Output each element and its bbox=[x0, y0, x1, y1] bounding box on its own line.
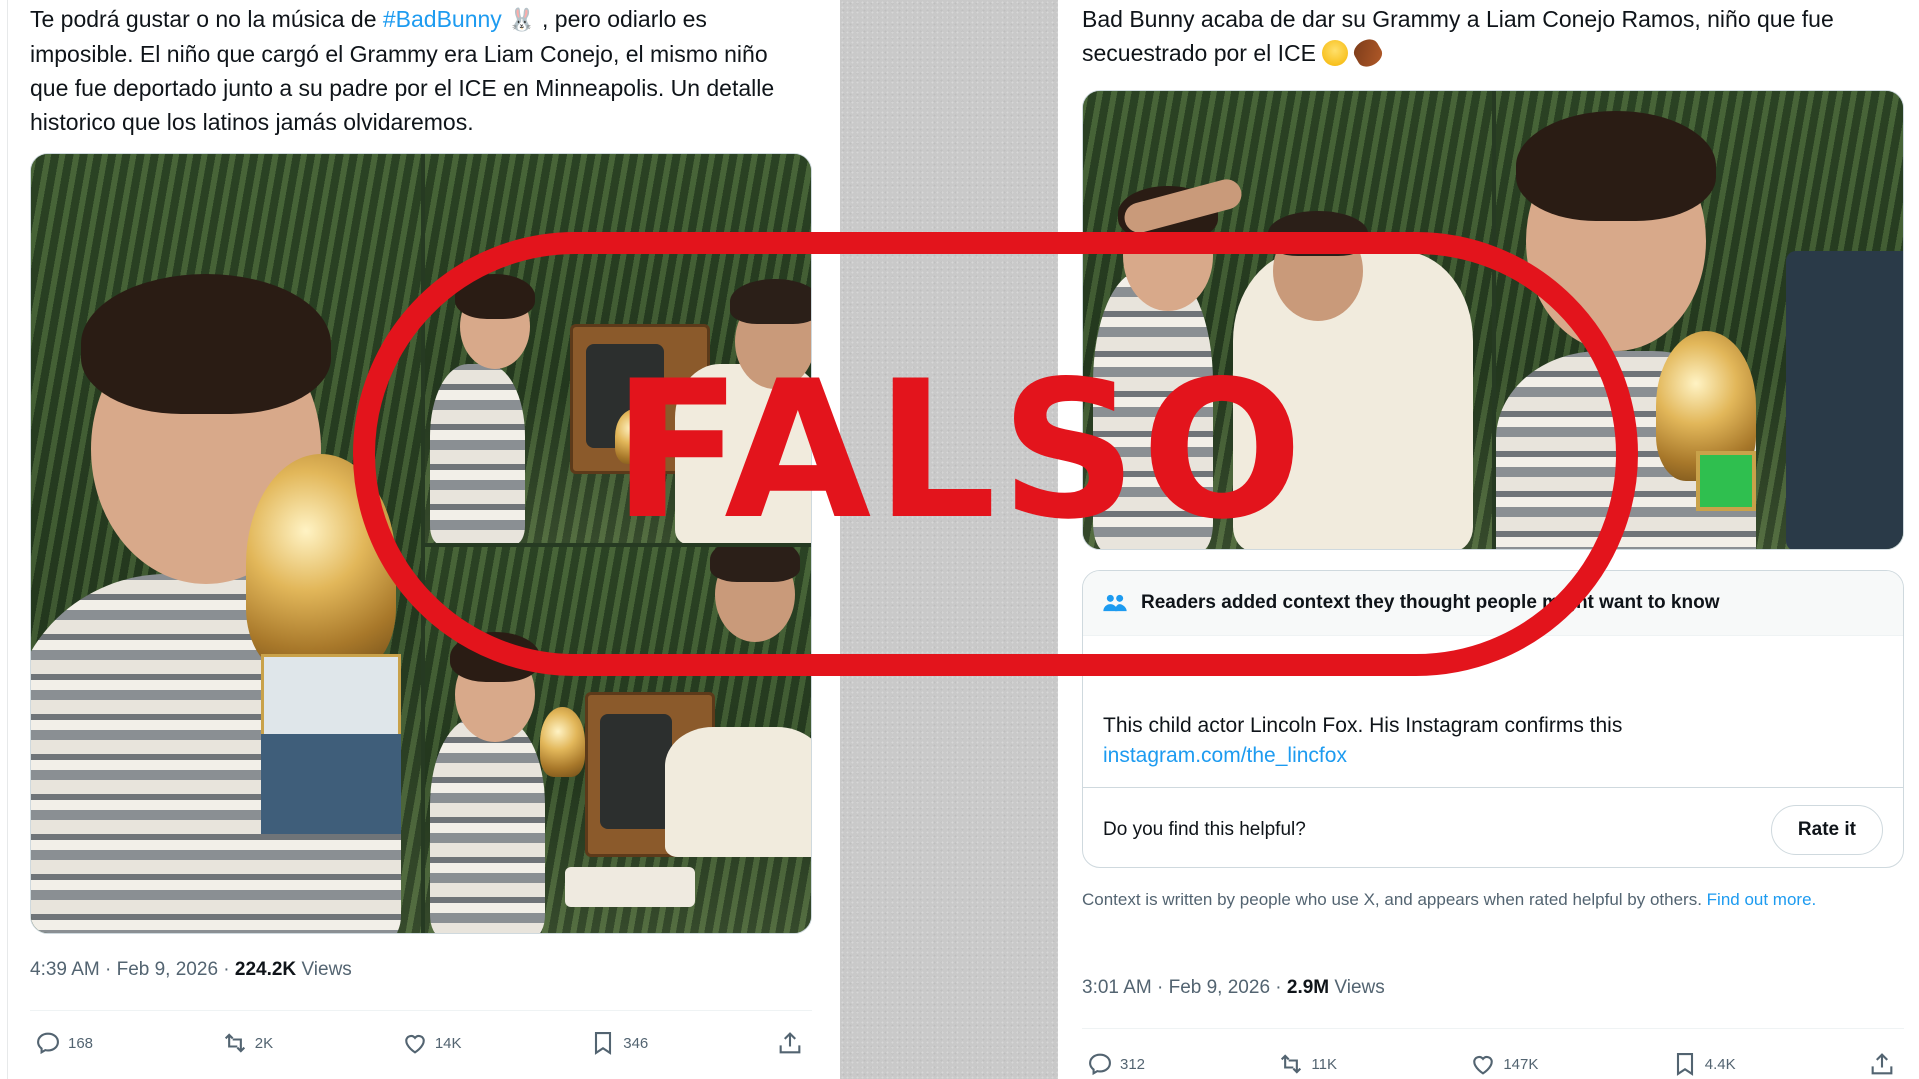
helpful-question: Do you find this helpful? bbox=[1103, 819, 1306, 840]
repost-button[interactable]: 11K bbox=[1277, 1050, 1337, 1078]
football-emoji bbox=[1349, 35, 1386, 71]
left-tweet-actions: 168 2K 14K 346 bbox=[30, 1029, 812, 1057]
views-count: 2.9M bbox=[1286, 977, 1330, 998]
community-note: Readers added context they thought peopl… bbox=[1082, 570, 1904, 868]
community-note-header: Readers added context they thought peopl… bbox=[1083, 571, 1903, 636]
context-disclaimer: Context is written by people who use X, … bbox=[1082, 888, 1904, 912]
tweet-timestamp[interactable]: 3:01 AM · Feb 9, 2026 · bbox=[1082, 977, 1287, 998]
community-note-partial-line: This is not Liam Ramos bbox=[1103, 653, 1302, 674]
share-button[interactable] bbox=[776, 1029, 804, 1057]
media-photo-boy-tv-bottom[interactable] bbox=[425, 547, 811, 933]
like-button[interactable]: 14K bbox=[401, 1029, 462, 1057]
share-icon bbox=[779, 1032, 801, 1054]
rabbit-emoji: 🐰 bbox=[508, 7, 536, 32]
left-tweet-meta: 4:39 AM · Feb 9, 2026 · 224.2K Views bbox=[30, 959, 352, 981]
falso-stamp-text: FALSO bbox=[612, 340, 1307, 561]
like-icon bbox=[1473, 1055, 1494, 1075]
reply-button[interactable]: 312 bbox=[1086, 1050, 1145, 1078]
right-tweet-meta: 3:01 AM · Feb 9, 2026 · 2.9M Views bbox=[1082, 977, 1385, 999]
community-note-text: This child actor Lincoln Fox. His Instag… bbox=[1103, 714, 1623, 737]
hashtag-link[interactable]: #BadBunny bbox=[383, 6, 502, 32]
community-note-separator bbox=[1083, 787, 1903, 788]
share-button[interactable] bbox=[1868, 1050, 1896, 1078]
find-out-more-link[interactable]: Find out more. bbox=[1707, 890, 1817, 909]
repost-icon bbox=[1281, 1054, 1302, 1074]
repost-count: 2K bbox=[254, 1034, 274, 1052]
views-count: 224.2K bbox=[234, 959, 297, 980]
community-note-body: This child actor Lincoln Fox. His Instag… bbox=[1103, 711, 1622, 771]
bookmark-count: 4.4K bbox=[1704, 1055, 1736, 1073]
views-label: Views bbox=[1329, 977, 1385, 998]
reply-count: 168 bbox=[68, 1034, 94, 1052]
pleading-face-emoji bbox=[1322, 40, 1349, 66]
views-label: Views bbox=[296, 959, 352, 980]
share-icon bbox=[1871, 1053, 1893, 1075]
right-tweet-actions: 312 11K 147K 4.4K bbox=[1082, 1050, 1904, 1078]
bookmark-icon bbox=[595, 1032, 612, 1055]
meta-separator bbox=[1082, 1028, 1904, 1029]
reply-button[interactable]: 168 bbox=[34, 1029, 93, 1057]
bookmark-button[interactable]: 346 bbox=[589, 1029, 648, 1057]
reply-icon bbox=[37, 1032, 59, 1055]
repost-button[interactable]: 2K bbox=[221, 1029, 273, 1057]
reply-count: 312 bbox=[1120, 1055, 1146, 1073]
right-tweet-text: Bad Bunny acaba de dar su Grammy a Liam … bbox=[1082, 2, 1904, 71]
repost-icon bbox=[224, 1033, 245, 1053]
bookmark-icon bbox=[1676, 1053, 1693, 1076]
repost-count: 11K bbox=[1311, 1055, 1337, 1073]
left-tweet-text: Te podrá gustar o no la música de #BadBu… bbox=[30, 2, 812, 139]
tweet-text-part: Te podrá gustar o no la música de bbox=[30, 6, 383, 32]
bookmark-button[interactable]: 4.4K bbox=[1671, 1050, 1736, 1078]
tweet-text-part: Bad Bunny acaba de dar su Grammy a Liam … bbox=[1082, 6, 1834, 66]
reply-icon bbox=[1089, 1053, 1111, 1076]
like-button[interactable]: 147K bbox=[1469, 1050, 1538, 1078]
rate-it-button[interactable]: Rate it bbox=[1770, 805, 1883, 855]
context-text: Context is written by people who use X, … bbox=[1082, 890, 1707, 909]
like-icon bbox=[405, 1034, 425, 1054]
people-icon bbox=[1103, 594, 1127, 612]
like-count: 14K bbox=[434, 1034, 462, 1052]
meta-separator bbox=[30, 1010, 812, 1011]
community-note-title: Readers added context they thought peopl… bbox=[1141, 592, 1720, 613]
community-note-link[interactable]: instagram.com/the_lincfox bbox=[1103, 741, 1622, 771]
like-count: 147K bbox=[1503, 1055, 1539, 1073]
tweet-timestamp[interactable]: 4:39 AM · Feb 9, 2026 · bbox=[30, 959, 235, 980]
bookmark-count: 346 bbox=[623, 1034, 649, 1052]
